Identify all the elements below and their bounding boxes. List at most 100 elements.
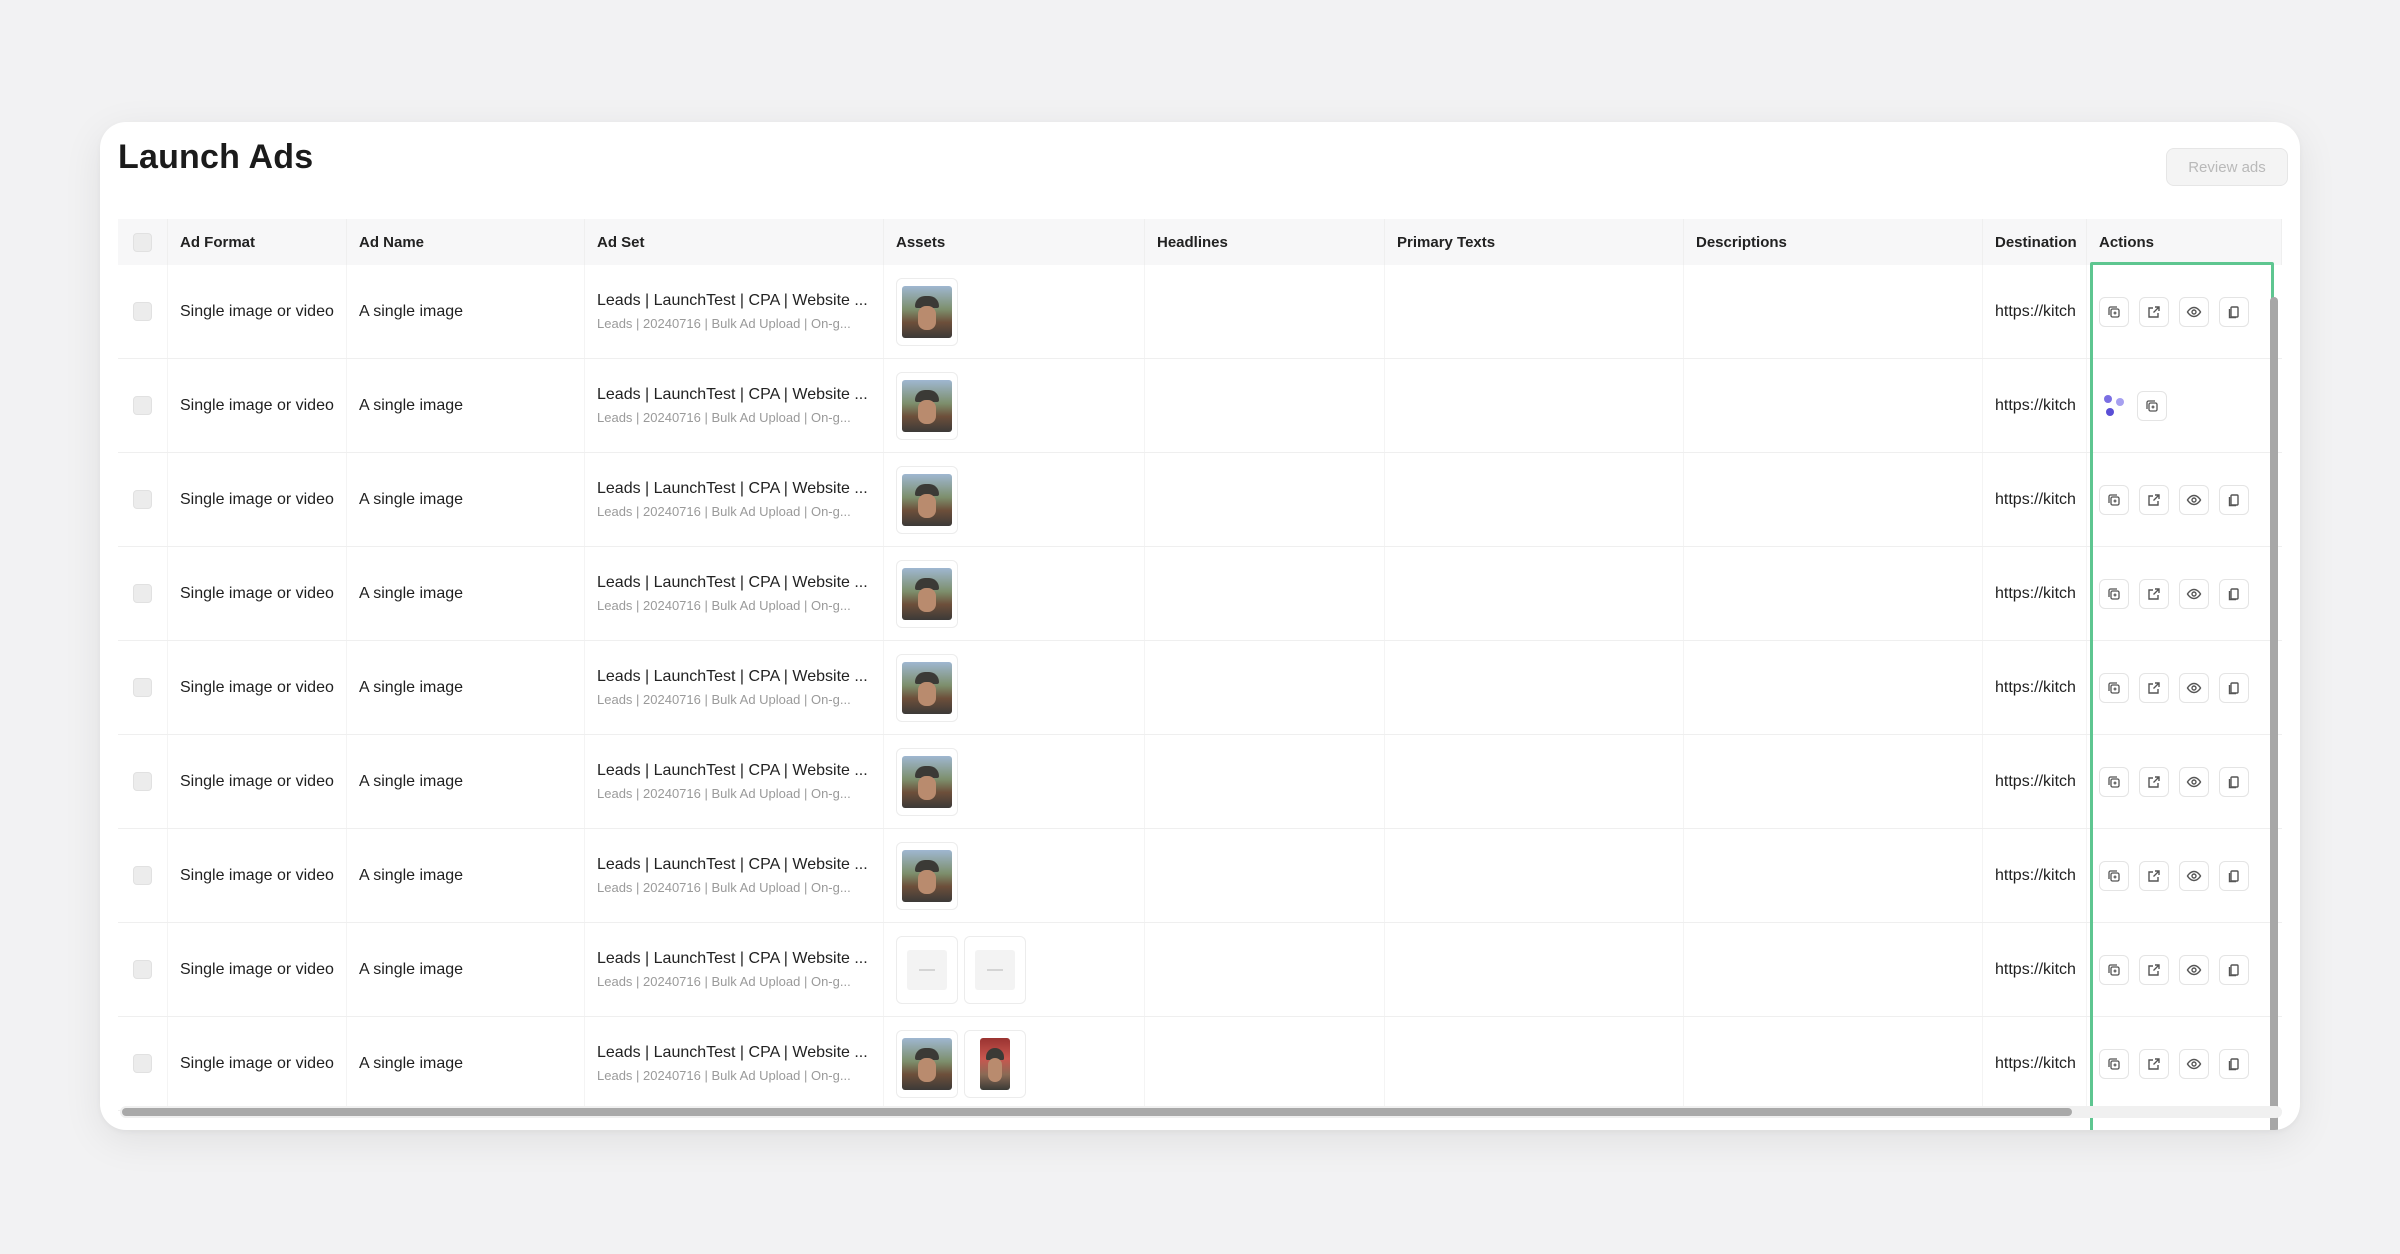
row-checkbox[interactable] — [133, 772, 152, 791]
ad-name-cell[interactable]: A single image — [347, 923, 585, 1016]
headlines-cell[interactable] — [1145, 359, 1385, 452]
table-row[interactable]: Single image or video A single image Leads… — [118, 359, 2282, 453]
descriptions-cell[interactable] — [1684, 641, 1983, 734]
destination-cell[interactable]: https://kitch — [1983, 265, 2087, 358]
primary-texts-cell[interactable] — [1385, 453, 1684, 546]
descriptions-cell[interactable] — [1684, 1017, 1983, 1110]
descriptions-cell[interactable] — [1684, 359, 1983, 452]
destination-cell[interactable]: https://kitch — [1983, 453, 2087, 546]
destination-cell[interactable]: https://kitch — [1983, 641, 2087, 734]
asset-thumbnail[interactable] — [964, 1029, 1026, 1098]
select-all-checkbox[interactable] — [133, 232, 152, 252]
row-checkbox[interactable] — [133, 490, 152, 509]
headlines-cell[interactable] — [1145, 735, 1385, 828]
duplicate-icon[interactable] — [2099, 672, 2129, 703]
ad-set-cell[interactable]: Leads | LaunchTest | CPA | Website ... Le… — [585, 359, 884, 452]
table-row[interactable]: Single image or video A single image Leads… — [118, 735, 2282, 829]
destination-cell[interactable]: https://kitch — [1983, 547, 2087, 640]
primary-texts-cell[interactable] — [1385, 265, 1684, 358]
preview-eye-icon[interactable] — [2179, 484, 2209, 515]
open-external-icon[interactable] — [2139, 766, 2169, 797]
ad-name-cell[interactable]: A single image — [347, 641, 585, 734]
open-external-icon[interactable] — [2139, 296, 2169, 327]
copy-icon[interactable] — [2219, 954, 2249, 985]
ad-set-cell[interactable]: Leads | LaunchTest | CPA | Website ... Le… — [585, 265, 884, 358]
vertical-scrollbar[interactable] — [2270, 297, 2278, 1130]
copy-icon[interactable] — [2219, 578, 2249, 609]
duplicate-icon[interactable] — [2099, 578, 2129, 609]
preview-eye-icon[interactable] — [2179, 578, 2209, 609]
row-checkbox[interactable] — [133, 1054, 152, 1073]
descriptions-cell[interactable] — [1684, 547, 1983, 640]
asset-thumbnail[interactable] — [896, 465, 958, 534]
ad-set-cell[interactable]: Leads | LaunchTest | CPA | Website ... Le… — [585, 641, 884, 734]
open-external-icon[interactable] — [2139, 860, 2169, 891]
ad-set-cell[interactable]: Leads | LaunchTest | CPA | Website ... Le… — [585, 453, 884, 546]
asset-thumbnail[interactable] — [896, 559, 958, 628]
duplicate-icon[interactable] — [2137, 390, 2167, 421]
row-checkbox[interactable] — [133, 960, 152, 979]
descriptions-cell[interactable] — [1684, 923, 1983, 1016]
asset-thumbnail[interactable] — [896, 935, 958, 1004]
row-checkbox[interactable] — [133, 396, 152, 415]
table-row[interactable]: Single image or video A single image Leads… — [118, 265, 2282, 359]
primary-texts-cell[interactable] — [1385, 735, 1684, 828]
ad-name-cell[interactable]: A single image — [347, 547, 585, 640]
primary-texts-cell[interactable] — [1385, 359, 1684, 452]
asset-thumbnail[interactable] — [896, 1029, 958, 1098]
descriptions-cell[interactable] — [1684, 829, 1983, 922]
review-ads-button[interactable]: Review ads — [2166, 148, 2288, 186]
ad-name-cell[interactable]: A single image — [347, 265, 585, 358]
row-checkbox[interactable] — [133, 584, 152, 603]
duplicate-icon[interactable] — [2099, 296, 2129, 327]
asset-thumbnail[interactable] — [896, 841, 958, 910]
ad-set-cell[interactable]: Leads | LaunchTest | CPA | Website ... Le… — [585, 923, 884, 1016]
headlines-cell[interactable] — [1145, 547, 1385, 640]
copy-icon[interactable] — [2219, 1048, 2249, 1079]
table-row[interactable]: Single image or video A single image Leads… — [118, 453, 2282, 547]
preview-eye-icon[interactable] — [2179, 954, 2209, 985]
duplicate-icon[interactable] — [2099, 1048, 2129, 1079]
ad-name-cell[interactable]: A single image — [347, 735, 585, 828]
destination-cell[interactable]: https://kitch — [1983, 1017, 2087, 1110]
headlines-cell[interactable] — [1145, 1017, 1385, 1110]
horizontal-scrollbar[interactable] — [122, 1108, 2072, 1116]
headlines-cell[interactable] — [1145, 829, 1385, 922]
open-external-icon[interactable] — [2139, 578, 2169, 609]
copy-icon[interactable] — [2219, 484, 2249, 515]
preview-eye-icon[interactable] — [2179, 296, 2209, 327]
preview-eye-icon[interactable] — [2179, 672, 2209, 703]
table-row[interactable]: Single image or video A single image Leads… — [118, 829, 2282, 923]
row-checkbox[interactable] — [133, 678, 152, 697]
copy-icon[interactable] — [2219, 766, 2249, 797]
headlines-cell[interactable] — [1145, 453, 1385, 546]
table-row[interactable]: Single image or video A single image Leads… — [118, 641, 2282, 735]
ad-set-cell[interactable]: Leads | LaunchTest | CPA | Website ... Le… — [585, 829, 884, 922]
descriptions-cell[interactable] — [1684, 735, 1983, 828]
ad-set-cell[interactable]: Leads | LaunchTest | CPA | Website ... Le… — [585, 735, 884, 828]
asset-thumbnail[interactable] — [896, 371, 958, 440]
ad-name-cell[interactable]: A single image — [347, 829, 585, 922]
copy-icon[interactable] — [2219, 860, 2249, 891]
open-external-icon[interactable] — [2139, 672, 2169, 703]
destination-cell[interactable]: https://kitch — [1983, 735, 2087, 828]
primary-texts-cell[interactable] — [1385, 1017, 1684, 1110]
ad-name-cell[interactable]: A single image — [347, 1017, 585, 1110]
row-checkbox[interactable] — [133, 866, 152, 885]
asset-thumbnail[interactable] — [964, 935, 1026, 1004]
primary-texts-cell[interactable] — [1385, 641, 1684, 734]
copy-icon[interactable] — [2219, 296, 2249, 327]
ad-set-cell[interactable]: Leads | LaunchTest | CPA | Website ... Le… — [585, 547, 884, 640]
table-row[interactable]: Single image or video A single image Leads… — [118, 923, 2282, 1017]
primary-texts-cell[interactable] — [1385, 829, 1684, 922]
destination-cell[interactable]: https://kitch — [1983, 829, 2087, 922]
preview-eye-icon[interactable] — [2179, 766, 2209, 797]
copy-icon[interactable] — [2219, 672, 2249, 703]
preview-eye-icon[interactable] — [2179, 1048, 2209, 1079]
destination-cell[interactable]: https://kitch — [1983, 923, 2087, 1016]
table-row[interactable]: Single image or video A single image Leads… — [118, 1017, 2282, 1111]
duplicate-icon[interactable] — [2099, 954, 2129, 985]
open-external-icon[interactable] — [2139, 1048, 2169, 1079]
descriptions-cell[interactable] — [1684, 265, 1983, 358]
primary-texts-cell[interactable] — [1385, 547, 1684, 640]
